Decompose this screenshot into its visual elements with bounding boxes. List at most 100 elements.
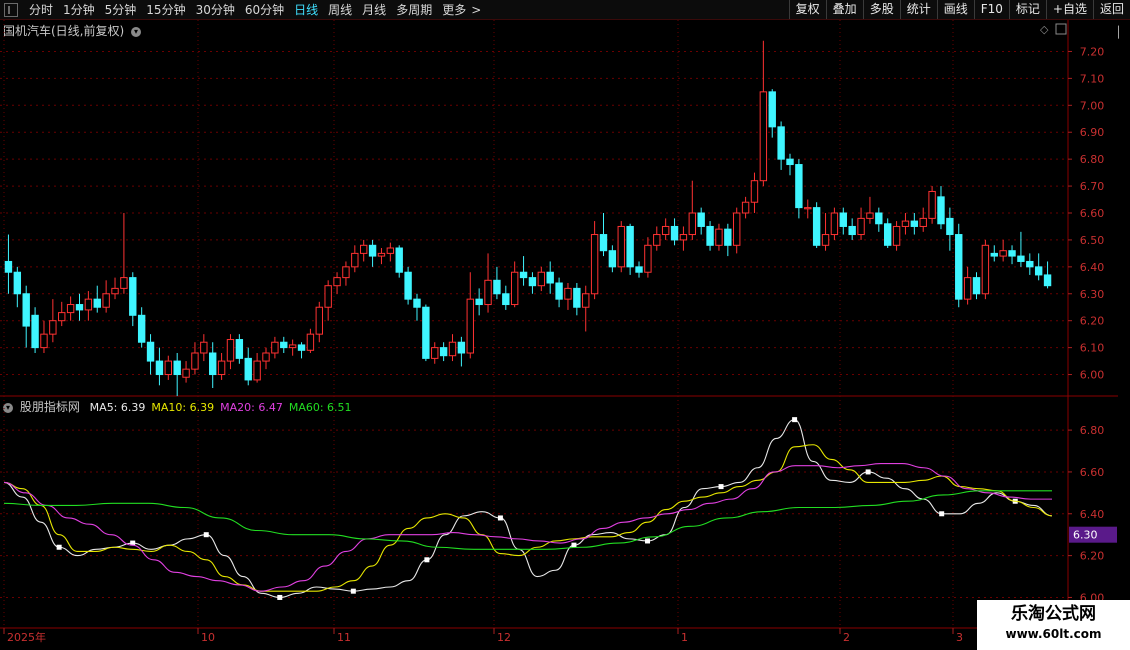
indicator-tick-label: 6.20: [1080, 550, 1105, 563]
candle-body: [706, 225, 714, 246]
candle-body: [93, 298, 101, 308]
candle-body: [928, 190, 936, 219]
candle-body: [857, 217, 865, 236]
candle-body: [475, 298, 483, 306]
indicator-marker: [645, 538, 651, 544]
candle-body: [795, 164, 803, 209]
candle-body: [617, 225, 625, 268]
candle-body: [439, 347, 448, 357]
price-tick-label: 7.10: [1080, 72, 1105, 85]
candle-body: [288, 344, 297, 349]
candle-body: [377, 252, 386, 257]
date-tick-label: 10: [201, 631, 215, 644]
candle-body: [644, 244, 652, 273]
candle-body: [493, 279, 501, 295]
candle-body: [999, 250, 1007, 257]
candle-body: [209, 352, 217, 376]
candle-body: [386, 247, 395, 254]
candle-body: [635, 266, 643, 273]
current-value-label: 6.30: [1073, 529, 1098, 542]
candle-body: [342, 266, 350, 279]
candle-body: [4, 260, 13, 273]
price-tick-label: 7.00: [1080, 99, 1105, 112]
candle-body: [484, 279, 492, 306]
date-tick-label: 3: [956, 631, 963, 644]
candle-body: [972, 277, 981, 295]
price-tick-label: 6.30: [1080, 288, 1105, 301]
price-tick-label: 6.50: [1080, 234, 1105, 247]
price-tick-label: 6.20: [1080, 315, 1105, 328]
candle-body: [75, 304, 84, 311]
indicator-tick-label: 6.40: [1080, 508, 1105, 521]
indicator-line-ma10: [3, 444, 1053, 592]
price-tick-label: 6.90: [1080, 126, 1105, 139]
candle-body: [297, 344, 306, 351]
watermark-title: 乐淘公式网: [1011, 604, 1096, 624]
candle-body: [58, 312, 66, 322]
window-toggle-icon[interactable]: [1055, 23, 1067, 35]
candle-body: [812, 207, 821, 246]
candle-body: [253, 360, 261, 381]
price-tick-label: 6.80: [1080, 153, 1105, 166]
candle-body: [226, 339, 235, 362]
candle-body: [546, 271, 554, 284]
watermark-url: www.60lt.com: [1005, 627, 1102, 641]
candle-body: [937, 196, 945, 225]
candle-body: [582, 293, 590, 308]
diamond-icon[interactable]: ◇: [1040, 23, 1049, 36]
candle-body: [653, 234, 661, 246]
candle-body: [786, 158, 794, 166]
candle-body: [1017, 255, 1025, 262]
candle-body: [990, 252, 998, 257]
candle-body: [963, 277, 972, 300]
price-tick-label: 6.60: [1080, 207, 1105, 220]
candle-body: [1008, 250, 1016, 257]
candle-body: [528, 277, 537, 287]
candle-body: [946, 217, 954, 236]
candle-body: [324, 285, 332, 308]
candle-body: [466, 298, 474, 354]
stock-chart[interactable]: 7.20 7.10 7.00 6.90 6.80 6.70 6.60 6.50 6.40 6.30…: [0, 0, 1130, 650]
indicator-line-ma5: [3, 419, 1053, 598]
site-watermark: 乐淘公式网 www.60lt.com: [977, 600, 1130, 650]
candle-body: [102, 293, 110, 308]
candle-body: [217, 360, 226, 376]
candle-body: [750, 180, 759, 203]
candle-body: [537, 271, 546, 287]
indicator-marker: [424, 557, 430, 563]
candle-body: [715, 228, 723, 246]
candle-body: [768, 91, 776, 128]
date-tick-label: 2025年: [7, 630, 46, 644]
indicator-marker: [939, 511, 945, 517]
candle-body: [555, 282, 563, 300]
candle-body: [120, 277, 128, 289]
candle-body: [457, 341, 466, 354]
indicator-marker: [56, 544, 62, 550]
candle-body: [839, 212, 847, 227]
candle-body: [599, 234, 608, 252]
indicator-marker: [350, 588, 356, 594]
candle-body: [697, 212, 705, 227]
indicator-marker: [865, 469, 871, 475]
candle-body: [448, 341, 457, 357]
candle-body: [733, 212, 741, 246]
candle-body: [955, 234, 963, 300]
candle-body: [1026, 260, 1034, 268]
candle-body: [608, 250, 617, 268]
indicator-marker: [203, 532, 209, 538]
candle-body: [155, 360, 164, 376]
candle-body: [315, 306, 323, 335]
candle-body: [981, 244, 990, 295]
indicator-marker: [497, 515, 503, 521]
candle-body: [777, 126, 785, 160]
candle-body: [40, 333, 48, 349]
candle-body: [502, 293, 510, 306]
candle-body: [368, 244, 377, 257]
candle-body: [413, 298, 421, 308]
indicator-marker: [277, 594, 283, 600]
candle-body: [875, 212, 883, 225]
candle-body: [759, 91, 768, 182]
candle-body: [821, 234, 830, 246]
candle-body: [724, 228, 732, 246]
candle-body: [741, 201, 750, 214]
